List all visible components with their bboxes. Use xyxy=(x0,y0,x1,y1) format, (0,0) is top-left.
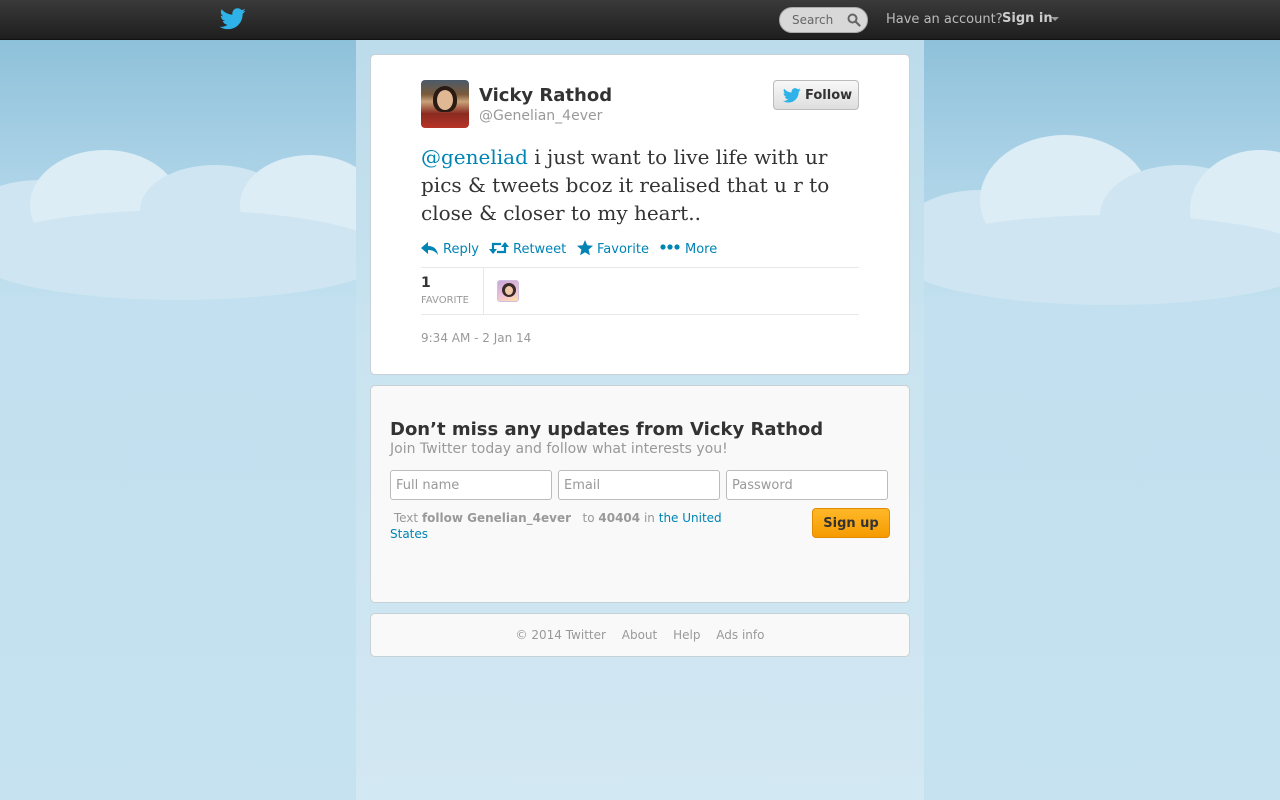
sign-up-button[interactable]: Sign up xyxy=(812,508,890,538)
favorite-button[interactable]: Favorite xyxy=(576,239,650,259)
chevron-down-icon[interactable] xyxy=(1051,17,1059,21)
divider xyxy=(421,314,859,315)
divider xyxy=(483,268,484,314)
copyright-text: © 2014 Twitter xyxy=(515,628,606,642)
footer: © 2014 Twitter About Help Ads info xyxy=(370,613,910,657)
sms-text-label: Text xyxy=(393,511,419,525)
tweet-text: @geneliad i just want to live life with … xyxy=(421,143,866,227)
sms-in-label: in xyxy=(643,511,655,525)
reply-button[interactable]: Reply xyxy=(421,239,479,259)
divider xyxy=(421,267,859,268)
retweet-button[interactable]: Retweet xyxy=(489,239,567,259)
retweet-label: Retweet xyxy=(513,242,567,257)
more-button[interactable]: More xyxy=(660,239,720,259)
sign-in-link[interactable]: Sign in xyxy=(1002,11,1053,26)
top-bar: Have an account? Sign in xyxy=(0,0,1280,40)
star-icon xyxy=(577,240,593,256)
retweet-icon xyxy=(489,242,509,254)
signup-title: Don’t miss any updates from Vicky Rathod xyxy=(390,419,824,440)
screen-name[interactable]: @Genelian_4ever xyxy=(479,108,602,124)
favoriter-avatar[interactable] xyxy=(497,280,519,302)
more-label: More xyxy=(685,242,718,257)
help-link[interactable]: Help xyxy=(673,628,700,642)
avatar[interactable] xyxy=(421,80,469,128)
signup-card: Don’t miss any updates from Vicky Rathod… xyxy=(370,385,910,603)
tweet-card: Vicky Rathod @Genelian_4ever Follow @gen… xyxy=(370,54,910,375)
reply-label: Reply xyxy=(443,242,480,257)
ads-info-link[interactable]: Ads info xyxy=(716,628,764,642)
mention-link[interactable]: @geneliad xyxy=(421,145,528,169)
have-account-text: Have an account? xyxy=(886,12,1003,27)
favorite-label: Favorite xyxy=(597,242,649,257)
sms-command: follow Genelian_4ever xyxy=(421,511,572,525)
about-link[interactable]: About xyxy=(622,628,657,642)
sms-number: 40404 xyxy=(598,511,641,525)
favorite-count-label[interactable]: FAVORITE xyxy=(421,295,469,306)
footer-links: © 2014 Twitter About Help Ads info xyxy=(371,628,909,642)
search-box[interactable] xyxy=(779,7,868,33)
more-dots-icon xyxy=(660,244,680,250)
reply-icon xyxy=(421,242,438,255)
password-field[interactable] xyxy=(726,470,888,500)
follow-button[interactable]: Follow xyxy=(773,80,859,110)
sms-follow-text: Text follow Genelian_4ever to 40404 in t… xyxy=(390,510,740,542)
email-field[interactable] xyxy=(558,470,720,500)
display-name[interactable]: Vicky Rathod xyxy=(479,85,612,106)
tweet-timestamp[interactable]: 9:34 AM - 2 Jan 14 xyxy=(421,331,531,345)
sms-to-label: to xyxy=(582,511,595,525)
search-input[interactable] xyxy=(780,8,850,32)
full-name-field[interactable] xyxy=(390,470,552,500)
twitter-bird-icon[interactable] xyxy=(220,8,246,30)
search-icon[interactable] xyxy=(847,13,861,27)
signup-subtitle: Join Twitter today and follow what inter… xyxy=(390,441,728,457)
favorite-count[interactable]: 1 xyxy=(421,275,431,291)
twitter-bird-icon xyxy=(783,88,801,103)
follow-label: Follow xyxy=(805,88,853,103)
